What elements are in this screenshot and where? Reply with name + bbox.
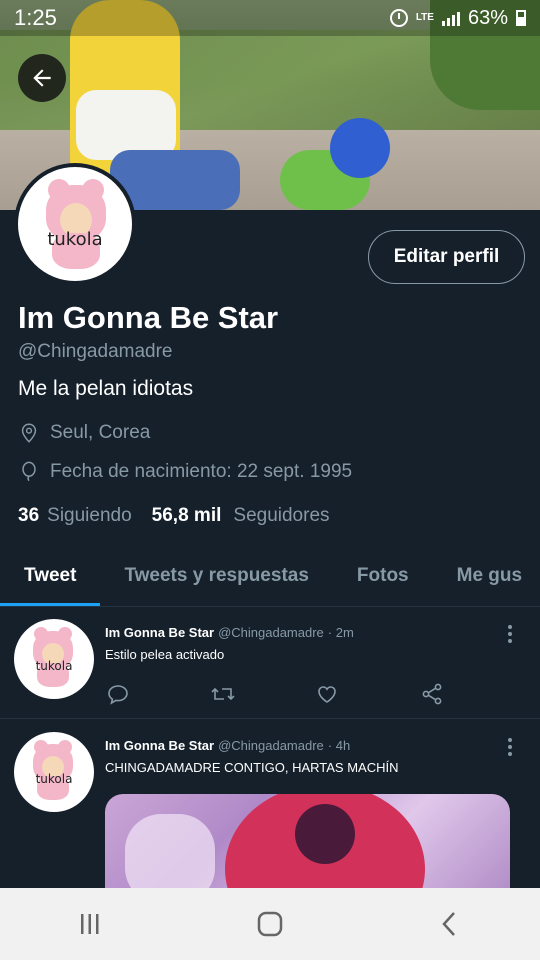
profile-birthday: Fecha de nacimiento: 22 sept. 1995 bbox=[18, 461, 352, 483]
tab-photos[interactable]: Fotos bbox=[333, 545, 433, 606]
location-text: Seul, Corea bbox=[50, 422, 151, 443]
tweet-author-handle: @Chingadamadre bbox=[218, 738, 324, 753]
tab-likes[interactable]: Me gus bbox=[433, 545, 540, 606]
banner-figure2-hair bbox=[330, 118, 390, 178]
share-icon[interactable] bbox=[419, 681, 445, 707]
alarm-icon bbox=[389, 9, 408, 27]
tweet-author-name[interactable]: Im Gonna Be Star bbox=[105, 738, 214, 753]
location-icon bbox=[21, 423, 37, 443]
reply-icon[interactable] bbox=[105, 681, 131, 707]
avatar-text: tukola bbox=[35, 772, 73, 786]
tweet-header: Im Gonna Be Star @Chingadamadre · 4h bbox=[105, 738, 350, 753]
tweet-time: · 4h bbox=[327, 738, 351, 753]
system-nav-bar bbox=[0, 888, 540, 960]
profile-tabs: Tweet Tweets y respuestas Fotos Me gus bbox=[0, 545, 540, 607]
balloon-icon bbox=[22, 461, 36, 482]
system-back-button[interactable] bbox=[420, 894, 480, 954]
profile-location: Seul, Corea bbox=[18, 422, 150, 444]
back-icon bbox=[442, 912, 455, 936]
lte-icon: LTE bbox=[415, 12, 434, 23]
profile-avatar[interactable]: tukola bbox=[14, 163, 136, 285]
avatar-text: tukola bbox=[47, 229, 103, 250]
tab-tweets-replies[interactable]: Tweets y respuestas bbox=[100, 545, 332, 606]
following-count[interactable]: 36 bbox=[18, 505, 39, 527]
status-icons: LTE 63% bbox=[389, 6, 526, 30]
back-arrow-icon bbox=[33, 69, 51, 87]
followers-label[interactable]: Seguidores bbox=[233, 505, 329, 527]
profile-bio: Me la pelan idiotas bbox=[18, 377, 194, 400]
more-icon[interactable] bbox=[508, 625, 514, 643]
tweet-item[interactable]: tukola Im Gonna Be Star @Chingadamadre ·… bbox=[0, 720, 540, 934]
battery-percent: 63% bbox=[467, 6, 508, 29]
tweet-text: CHINGADAMADRE CONTIGO, HARTAS MACHÍN bbox=[105, 760, 399, 775]
home-icon bbox=[257, 911, 283, 937]
tweet-text: Estilo pelea activado bbox=[105, 647, 225, 662]
status-bar: 1:25 LTE 63% bbox=[0, 0, 540, 36]
tweet-avatar[interactable]: tukola bbox=[14, 732, 94, 812]
follow-stats: 36 Siguiendo 56,8 mil Seguidores bbox=[18, 505, 330, 527]
tab-tweets[interactable]: Tweet bbox=[0, 545, 101, 606]
followers-count[interactable]: 56,8 mil bbox=[152, 505, 222, 527]
like-icon[interactable] bbox=[314, 681, 340, 707]
birthday-text: Fecha de nacimiento: 22 sept. 1995 bbox=[50, 461, 353, 482]
battery-icon bbox=[516, 10, 526, 26]
media-shape bbox=[295, 804, 355, 864]
tweet-header: Im Gonna Be Star @Chingadamadre · 2m bbox=[105, 625, 354, 640]
profile-handle: @Chingadamadre bbox=[18, 341, 173, 362]
profile-name: Im Gonna Be Star bbox=[18, 300, 279, 335]
status-time: 1:25 bbox=[14, 5, 57, 30]
tweet-author-name[interactable]: Im Gonna Be Star bbox=[105, 625, 214, 640]
back-button[interactable] bbox=[18, 54, 66, 102]
more-icon[interactable] bbox=[508, 738, 514, 756]
following-label[interactable]: Siguiendo bbox=[47, 505, 132, 527]
signal-icon bbox=[441, 10, 460, 26]
tweet-item[interactable]: tukola Im Gonna Be Star @Chingadamadre ·… bbox=[0, 607, 540, 719]
edit-profile-button[interactable]: Editar perfil bbox=[368, 230, 525, 284]
avatar-text: tukola bbox=[35, 659, 73, 673]
retweet-icon[interactable] bbox=[210, 681, 236, 707]
recents-icon bbox=[81, 914, 99, 934]
recents-button[interactable] bbox=[60, 894, 120, 954]
tweet-time: · 2m bbox=[327, 625, 354, 640]
tweet-actions bbox=[105, 681, 445, 707]
home-button[interactable] bbox=[240, 894, 300, 954]
tweet-author-handle: @Chingadamadre bbox=[218, 625, 324, 640]
tweet-avatar[interactable]: tukola bbox=[14, 619, 94, 699]
